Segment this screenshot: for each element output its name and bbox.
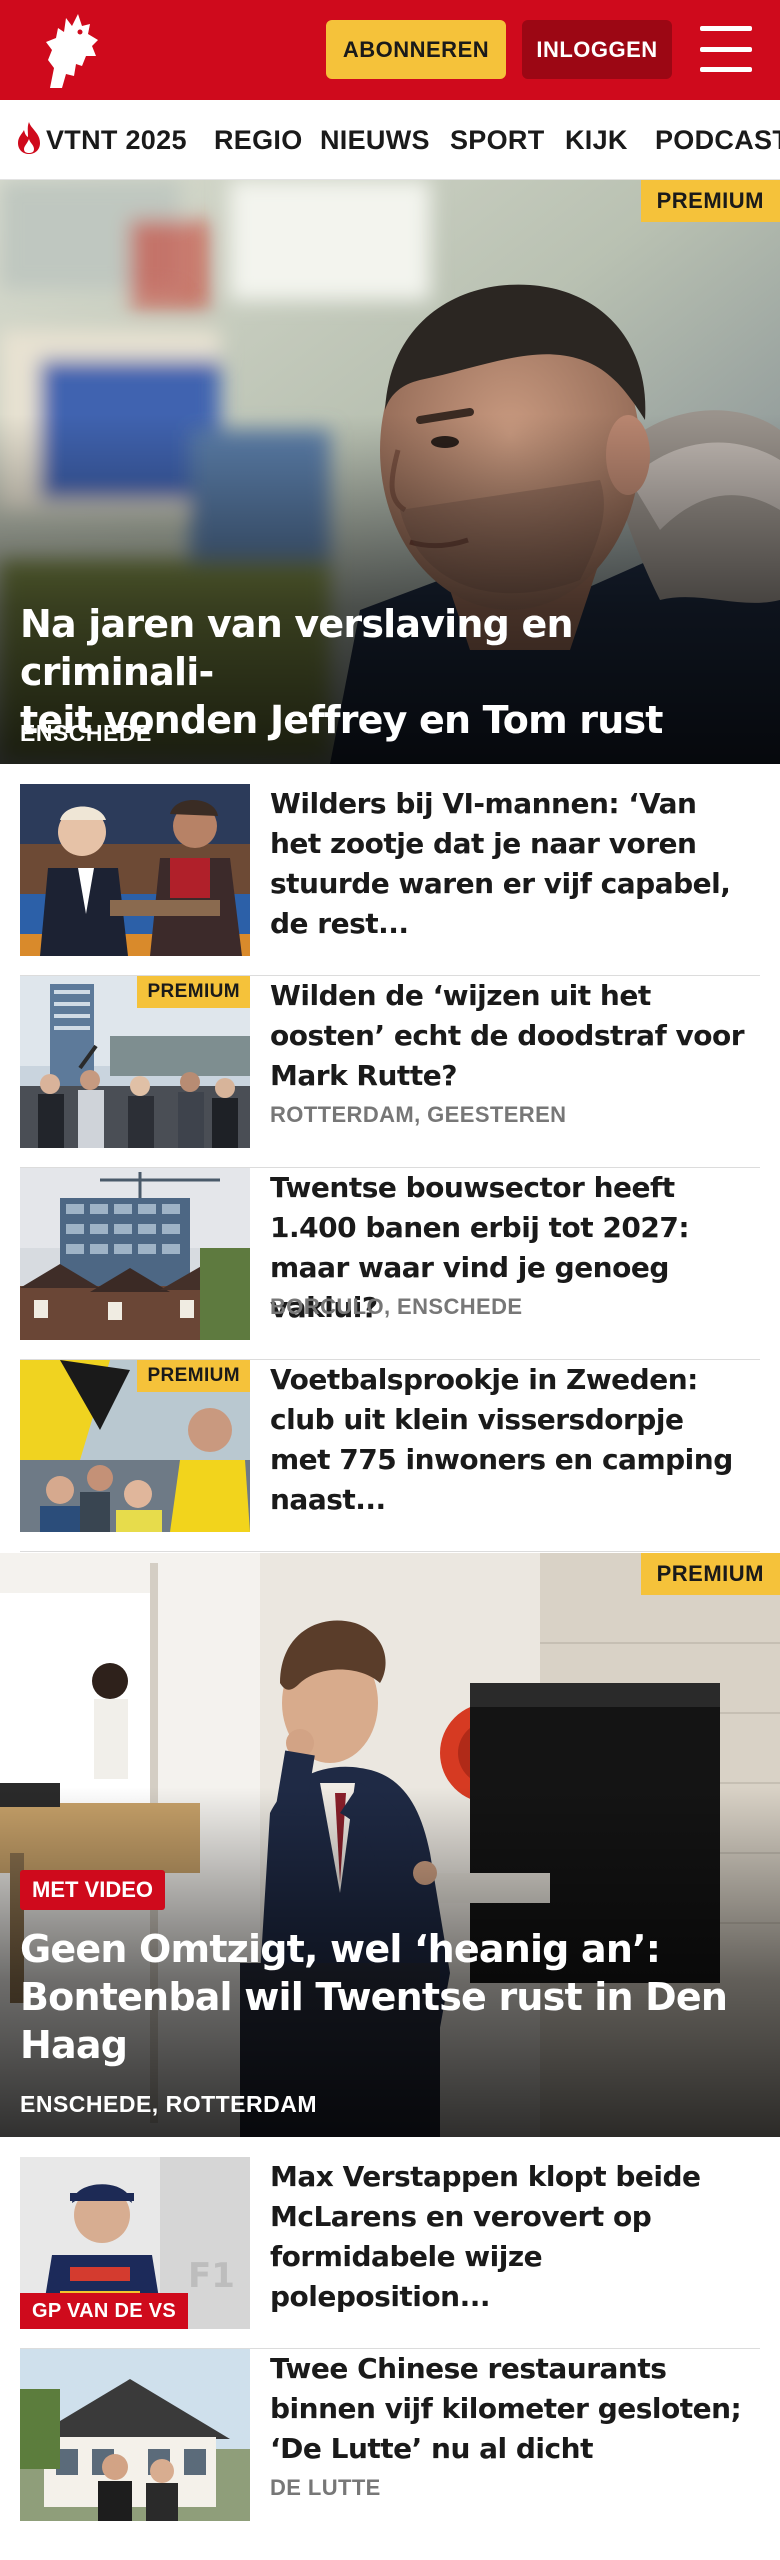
category-tag: GP VAN DE VS: [20, 2293, 189, 2329]
hero-location: ENSCHEDE, ROTTERDAM: [20, 2091, 318, 2117]
list-item[interactable]: F1 GP VAN DE VS Max Verstappen klopt bei…: [20, 2157, 760, 2349]
list-item[interactable]: Wilders bij VI-mannen: ‘Van het zootje d…: [20, 784, 760, 976]
video-badge: MET VIDEO: [20, 1870, 166, 1910]
article-thumbnail: [20, 2349, 250, 2521]
premium-badge: PREMIUM: [640, 180, 780, 222]
article-thumbnail: [20, 1168, 250, 1340]
list-item[interactable]: Twentse bouwsector heeft 1.400 banen erb…: [20, 1168, 760, 1360]
nav-item-vtnt-2025[interactable]: VTNT 2025: [16, 100, 187, 179]
svg-text:F1: F1: [188, 2256, 235, 2296]
section-nav: VTNT 2025 REGIO NIEUWS SPORT KIJK PODCAS…: [0, 100, 780, 180]
nav-item-sport[interactable]: SPORT: [450, 100, 545, 179]
nav-item-podcast[interactable]: PODCAST: [655, 100, 780, 179]
article-title[interactable]: Wilden de ‘wijzen uit het oosten’ echt d…: [270, 976, 750, 1096]
flame-icon: [18, 122, 40, 154]
nav-item-kijk[interactable]: KIJK: [565, 100, 628, 179]
premium-badge: PREMIUM: [640, 1553, 780, 1595]
hero-title[interactable]: Geen Omtzigt, wel ‘heanig an’: Bontenbal…: [20, 1925, 750, 2069]
premium-badge: PREMIUM: [137, 976, 250, 1008]
article-location: ROTTERDAM, GEESTEREN: [270, 1102, 567, 1127]
menu-icon[interactable]: [700, 26, 752, 72]
nav-item-regio[interactable]: REGIO: [214, 100, 303, 179]
article-title[interactable]: Twee Chinese restaurants binnen vijf kil…: [270, 2349, 750, 2469]
article-thumbnail: PREMIUM: [20, 1360, 250, 1532]
article-location: BORCULO, ENSCHEDE: [270, 1294, 523, 1319]
hero-article-2[interactable]: PREMIUM MET VIDEO Geen Omtzigt, wel ‘hea…: [0, 1553, 780, 2137]
list-item[interactable]: PREMIUM Voetbalsprookje in Zweden: club …: [20, 1360, 760, 1552]
list-item[interactable]: PREMIUM Wilden de ‘wijzen uit het oosten…: [20, 976, 760, 1168]
subscribe-button[interactable]: ABONNEREN: [326, 20, 506, 79]
list-item[interactable]: Twee Chinese restaurants binnen vijf kil…: [20, 2349, 760, 2541]
tubantia-horse-logo-icon[interactable]: [36, 10, 108, 90]
premium-badge: PREMIUM: [137, 1360, 250, 1392]
article-title[interactable]: Wilders bij VI-mannen: ‘Van het zootje d…: [270, 784, 750, 944]
hero-article-1[interactable]: PREMIUM Na jaren van verslaving en crimi…: [0, 180, 780, 764]
article-title[interactable]: Voetbalsprookje in Zweden: club uit klei…: [270, 1360, 750, 1520]
hero-location: ENSCHEDE: [20, 720, 152, 746]
article-title[interactable]: Max Verstappen klopt beide McLarens en v…: [270, 2157, 750, 2317]
site-header: ABONNEREN INLOGGEN: [0, 0, 780, 100]
nav-item-nieuws[interactable]: NIEUWS: [320, 100, 430, 179]
article-thumbnail: F1 GP VAN DE VS: [20, 2157, 250, 2329]
nav-label: VTNT 2025: [46, 125, 187, 155]
login-button[interactable]: INLOGGEN: [522, 20, 672, 79]
article-thumbnail: PREMIUM: [20, 976, 250, 1148]
article-thumbnail: [20, 784, 250, 956]
article-location: DE LUTTE: [270, 2475, 381, 2500]
hero-title-line: Na jaren van verslaving en criminali-: [20, 602, 574, 694]
